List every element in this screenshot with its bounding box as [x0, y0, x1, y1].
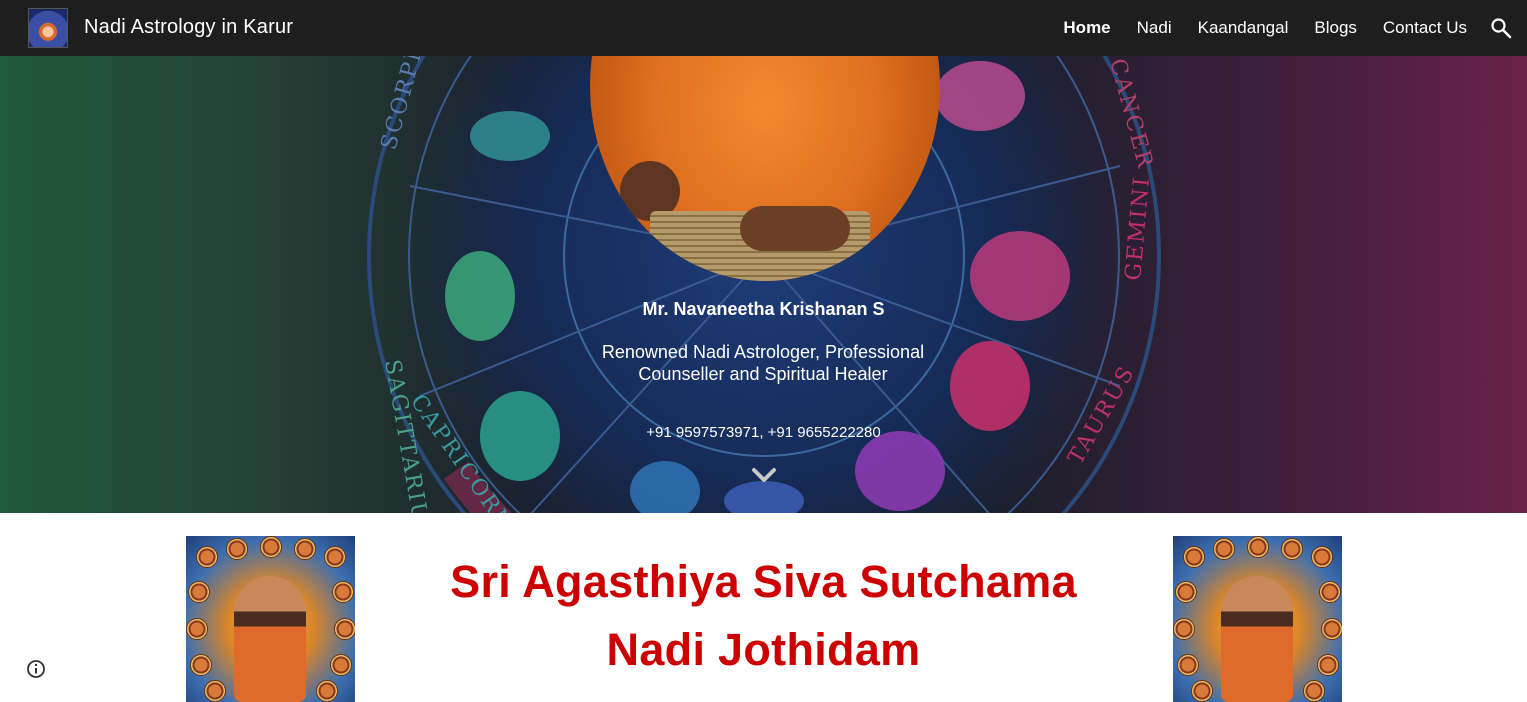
headline-line-1: Sri Agasthiya Siva Sutchama — [450, 556, 1077, 607]
top-bar: Nadi Astrology in Karur Home Nadi Kaanda… — [0, 0, 1527, 56]
search-icon[interactable] — [1489, 16, 1513, 40]
chevron-down-icon[interactable] — [751, 465, 777, 485]
zodiac-label-gemini: GEMINI — [1121, 175, 1155, 282]
zodiac-label-taurus: TAURUS — [1064, 361, 1141, 469]
nav-item-nadi[interactable]: Nadi — [1137, 18, 1172, 38]
nav-item-home[interactable]: Home — [1063, 18, 1110, 38]
info-icon[interactable] — [26, 659, 46, 679]
headline-line-2: Nadi Jothidam — [606, 624, 921, 675]
logo-sage-icon[interactable] — [28, 8, 68, 48]
hero-banner: SCORPIO SAGITTARIUS CAPRICORN CANCER GEM… — [0, 56, 1527, 513]
zodiac-label-cancer: CANCER — [1104, 56, 1158, 172]
page-headline: Sri Agasthiya Siva Sutchama Nadi Jothida… — [380, 548, 1147, 684]
nav-item-kaandangal[interactable]: Kaandangal — [1198, 18, 1289, 38]
sage-image-left — [186, 536, 355, 702]
main-nav: Home Nadi Kaandangal Blogs Contact Us — [1063, 18, 1467, 38]
astrologer-description: Renowned Nadi Astrologer, Professional C… — [601, 342, 925, 384]
site-title[interactable]: Nadi Astrology in Karur — [84, 16, 293, 39]
contact-phone: +91 9597573971, +91 9655222280 — [646, 424, 881, 441]
astrologer-name: Mr. Navaneetha Krishanan S — [642, 299, 885, 319]
sage-image-right — [1173, 536, 1342, 702]
nav-item-contact-us[interactable]: Contact Us — [1383, 18, 1467, 38]
nav-item-blogs[interactable]: Blogs — [1314, 18, 1357, 38]
zodiac-label-scorpio: SCORPIO — [377, 56, 433, 153]
